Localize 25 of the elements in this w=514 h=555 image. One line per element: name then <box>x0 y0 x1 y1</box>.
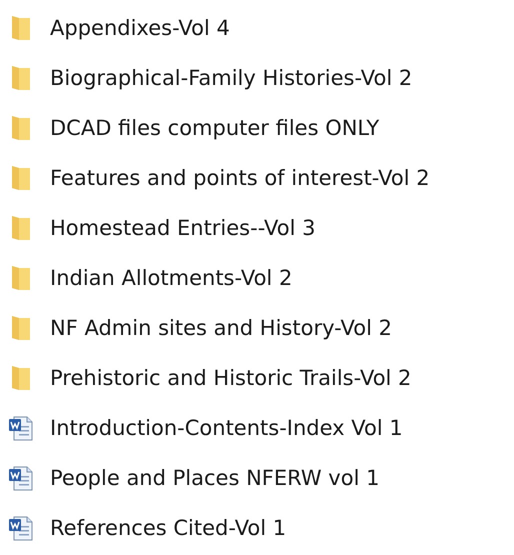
file-item[interactable]: References Cited-Vol 1 <box>8 503 514 553</box>
word-document-icon <box>8 415 34 441</box>
file-item[interactable]: Homestead Entries--Vol 3 <box>8 203 514 253</box>
file-name: Appendixes-Vol 4 <box>50 16 230 40</box>
file-name: DCAD files computer files ONLY <box>50 116 380 140</box>
file-item[interactable]: People and Places NFERW vol 1 <box>8 453 514 503</box>
file-item[interactable]: Features and points of interest-Vol 2 <box>8 153 514 203</box>
file-item[interactable]: Appendixes-Vol 4 <box>8 3 514 53</box>
file-name: Prehistoric and Historic Trails-Vol 2 <box>50 366 412 390</box>
file-name: Homestead Entries--Vol 3 <box>50 216 316 240</box>
file-item[interactable]: Biographical-Family Histories-Vol 2 <box>8 53 514 103</box>
file-name: Indian Allotments-Vol 2 <box>50 266 292 290</box>
file-name: Biographical-Family Histories-Vol 2 <box>50 66 412 90</box>
word-document-icon <box>8 515 34 541</box>
file-name: People and Places NFERW vol 1 <box>50 466 380 490</box>
file-name: NF Admin sites and History-Vol 2 <box>50 316 392 340</box>
file-item[interactable]: Introduction-Contents-Index Vol 1 <box>8 403 514 453</box>
word-document-icon <box>8 465 34 491</box>
file-item[interactable]: Indian Allotments-Vol 2 <box>8 253 514 303</box>
file-item[interactable]: DCAD files computer files ONLY <box>8 103 514 153</box>
file-name: Features and points of interest-Vol 2 <box>50 166 430 190</box>
file-item[interactable]: Prehistoric and Historic Trails-Vol 2 <box>8 353 514 403</box>
file-name: Introduction-Contents-Index Vol 1 <box>50 416 403 440</box>
file-name: References Cited-Vol 1 <box>50 516 286 540</box>
file-item[interactable]: NF Admin sites and History-Vol 2 <box>8 303 514 353</box>
